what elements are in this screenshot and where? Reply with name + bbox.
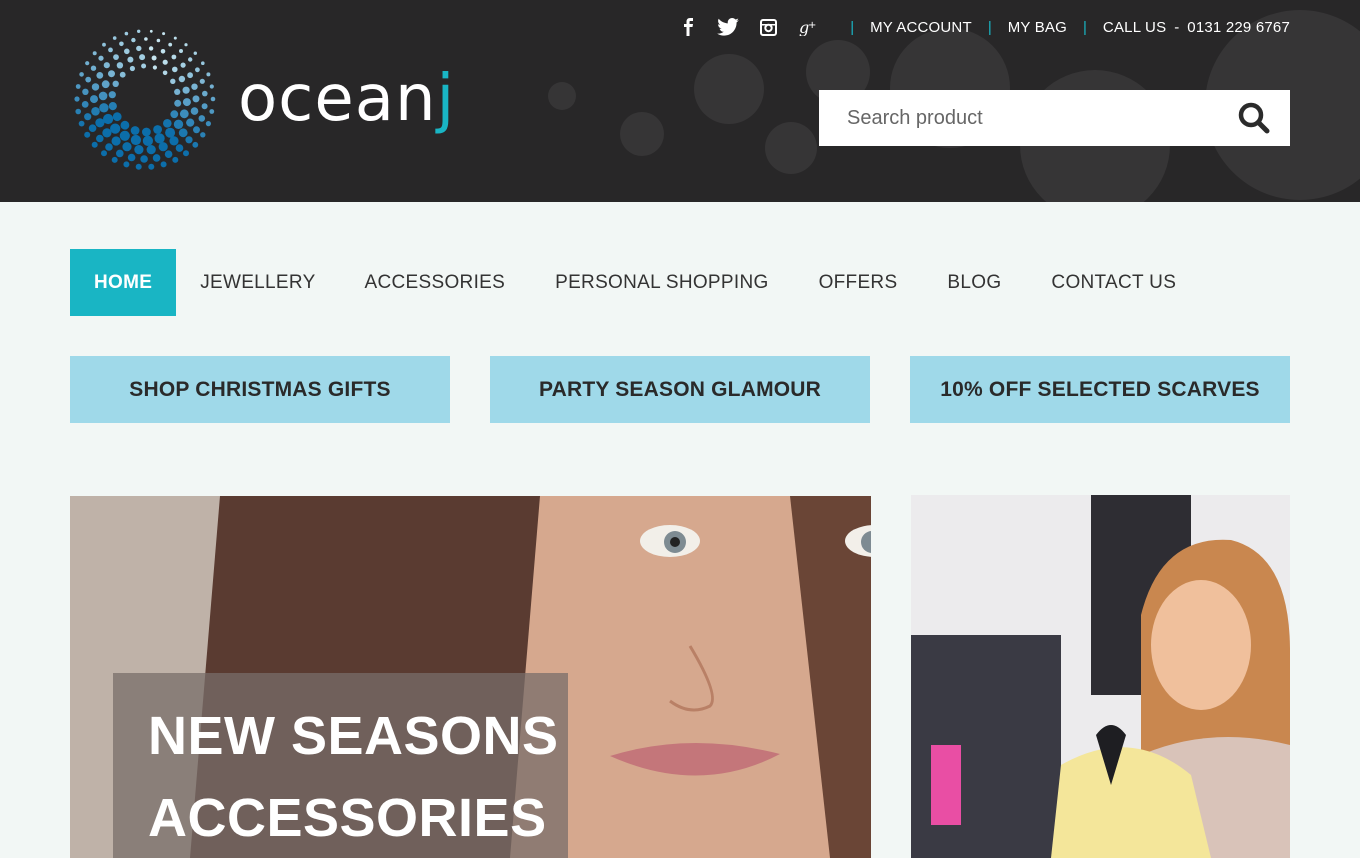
promo-party-season-button[interactable]: PARTY SEASON GLAMOUR <box>490 356 870 423</box>
svg-text:+: + <box>808 20 816 31</box>
brand-name: oceanj <box>238 62 456 136</box>
logo-ring-icon <box>74 29 216 170</box>
my-bag-link[interactable]: MY BAG <box>1008 19 1067 36</box>
facebook-icon[interactable] <box>676 16 700 38</box>
call-us-label: CALL US <box>1102 18 1167 36</box>
social-links: g + <box>676 16 820 38</box>
search-input[interactable] <box>819 90 1218 146</box>
decor-bubble <box>694 54 764 124</box>
hero-banner[interactable]: NEW SEASONS ACCESSORIES <box>70 496 871 858</box>
hero-caption: NEW SEASONS ACCESSORIES <box>113 673 568 858</box>
nav-item-contact-us[interactable]: CONTACT US <box>1051 249 1176 316</box>
decor-bubble <box>548 82 576 110</box>
shopper-photo <box>911 495 1290 858</box>
separator: | <box>850 18 855 36</box>
call-us-dash: - <box>1174 18 1180 36</box>
nav-item-jewellery[interactable]: JEWELLERY <box>200 249 315 316</box>
separator: | <box>987 18 992 36</box>
phone-number[interactable]: 0131 229 6767 <box>1187 19 1290 36</box>
search-bar <box>819 90 1290 146</box>
my-account-link[interactable]: MY ACCOUNT <box>870 19 972 36</box>
main-navigation: HOME JEWELLERY ACCESSORIES PERSONAL SHOP… <box>70 249 1176 316</box>
hero-title-line1: NEW SEASONS <box>148 706 559 766</box>
personal-shopping-image[interactable] <box>911 495 1290 858</box>
nav-item-blog[interactable]: BLOG <box>947 249 1001 316</box>
nav-item-offers[interactable]: OFFERS <box>819 249 898 316</box>
search-button[interactable] <box>1218 90 1290 146</box>
separator: | <box>1083 18 1087 36</box>
google-plus-icon[interactable]: g + <box>796 16 820 38</box>
decor-bubble <box>765 122 817 174</box>
search-icon <box>1238 102 1270 134</box>
brand-logo[interactable]: oceanj <box>70 24 470 174</box>
promo-scarves-offer-button[interactable]: 10% OFF SELECTED SCARVES <box>910 356 1290 423</box>
decor-bubble <box>620 112 664 156</box>
site-header: oceanj g + | MY ACCOUNT | MY BAG | CALL U… <box>0 0 1360 202</box>
hero-title-line2: ACCESSORIES <box>148 788 547 848</box>
instagram-icon[interactable] <box>756 16 780 38</box>
nav-item-accessories[interactable]: ACCESSORIES <box>365 249 506 316</box>
nav-item-home[interactable]: HOME <box>70 249 177 316</box>
top-navigation: g + | MY ACCOUNT | MY BAG | CALL US - 013… <box>676 16 1290 38</box>
promo-christmas-gifts-button[interactable]: SHOP CHRISTMAS GIFTS <box>70 356 450 423</box>
nav-item-personal-shopping[interactable]: PERSONAL SHOPPING <box>555 249 768 316</box>
twitter-icon[interactable] <box>716 16 740 38</box>
